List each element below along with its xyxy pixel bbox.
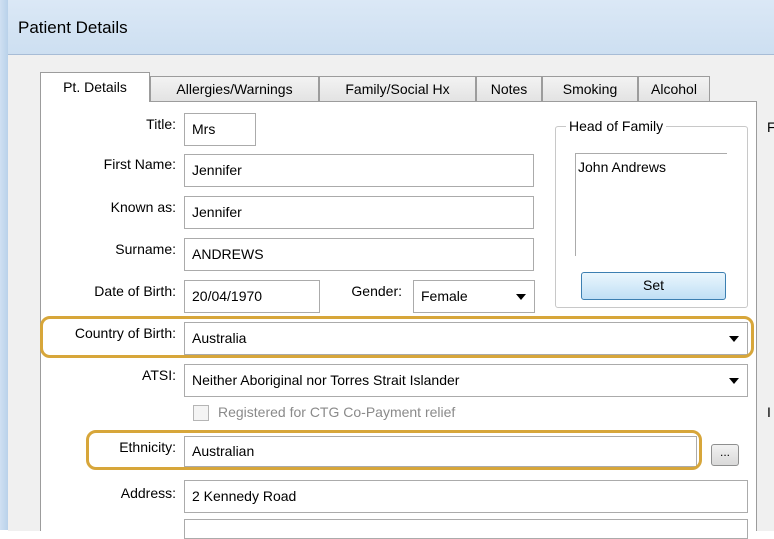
first-name-label: First Name: <box>103 156 176 172</box>
surname-label: Surname: <box>115 241 176 257</box>
list-item[interactable]: John Andrews <box>578 159 727 175</box>
ethnicity-label: Ethnicity: <box>119 439 176 455</box>
atsi-dropdown[interactable]: Neither Aboriginal nor Torres Strait Isl… <box>184 364 748 397</box>
head-of-family-legend: Head of Family <box>566 118 667 134</box>
tab-alcohol[interactable]: Alcohol <box>638 76 710 101</box>
dob-label: Date of Birth: <box>94 283 176 299</box>
ethnicity-browse-button[interactable]: ... <box>711 444 739 466</box>
first-name-field[interactable]: Jennifer <box>184 154 534 187</box>
tab-family-social-hx[interactable]: Family/Social Hx <box>319 76 476 101</box>
chevron-down-icon[interactable] <box>729 378 739 384</box>
atsi-value: Neither Aboriginal nor Torres Strait Isl… <box>192 372 460 388</box>
known-as-label: Known as: <box>110 199 176 215</box>
window-left-edge <box>0 0 8 530</box>
address-label: Address: <box>120 485 176 501</box>
title-label: Title: <box>146 116 176 132</box>
chevron-down-icon[interactable] <box>516 294 526 300</box>
surname-field[interactable]: ANDREWS <box>184 238 534 271</box>
ctg-checkbox[interactable] <box>193 405 209 421</box>
country-of-birth-label: Country of Birth: <box>74 325 176 341</box>
country-of-birth-value: Australia <box>192 330 247 346</box>
tab-notes[interactable]: Notes <box>476 76 542 101</box>
clipped-label-bottom: I <box>767 404 771 420</box>
window-title: Patient Details <box>18 18 128 37</box>
gender-value: Female <box>421 288 468 304</box>
head-of-family-list[interactable]: John Andrews <box>575 153 727 256</box>
address-line1-field[interactable]: 2 Kennedy Road <box>184 480 748 513</box>
known-as-field[interactable]: Jennifer <box>184 196 534 229</box>
atsi-label: ATSI: <box>142 367 176 383</box>
gender-label: Gender: <box>351 283 402 299</box>
tab-pt-details[interactable]: Pt. Details <box>40 72 150 102</box>
ctg-checkbox-label: Registered for CTG Co-Payment relief <box>218 404 456 420</box>
set-button[interactable]: Set <box>581 272 726 300</box>
tab-allergies-warnings[interactable]: Allergies/Warnings <box>150 76 319 101</box>
title-field[interactable]: Mrs <box>184 113 256 146</box>
address-line2-field[interactable] <box>184 519 748 539</box>
country-of-birth-dropdown[interactable]: Australia <box>184 322 748 355</box>
chevron-down-icon[interactable] <box>729 336 739 342</box>
tab-smoking[interactable]: Smoking <box>542 76 638 101</box>
gender-dropdown[interactable]: Female <box>413 280 535 313</box>
ethnicity-field[interactable]: Australian <box>184 436 697 467</box>
dob-field[interactable]: 20/04/1970 <box>184 280 320 313</box>
clipped-label-top: F <box>767 119 774 135</box>
